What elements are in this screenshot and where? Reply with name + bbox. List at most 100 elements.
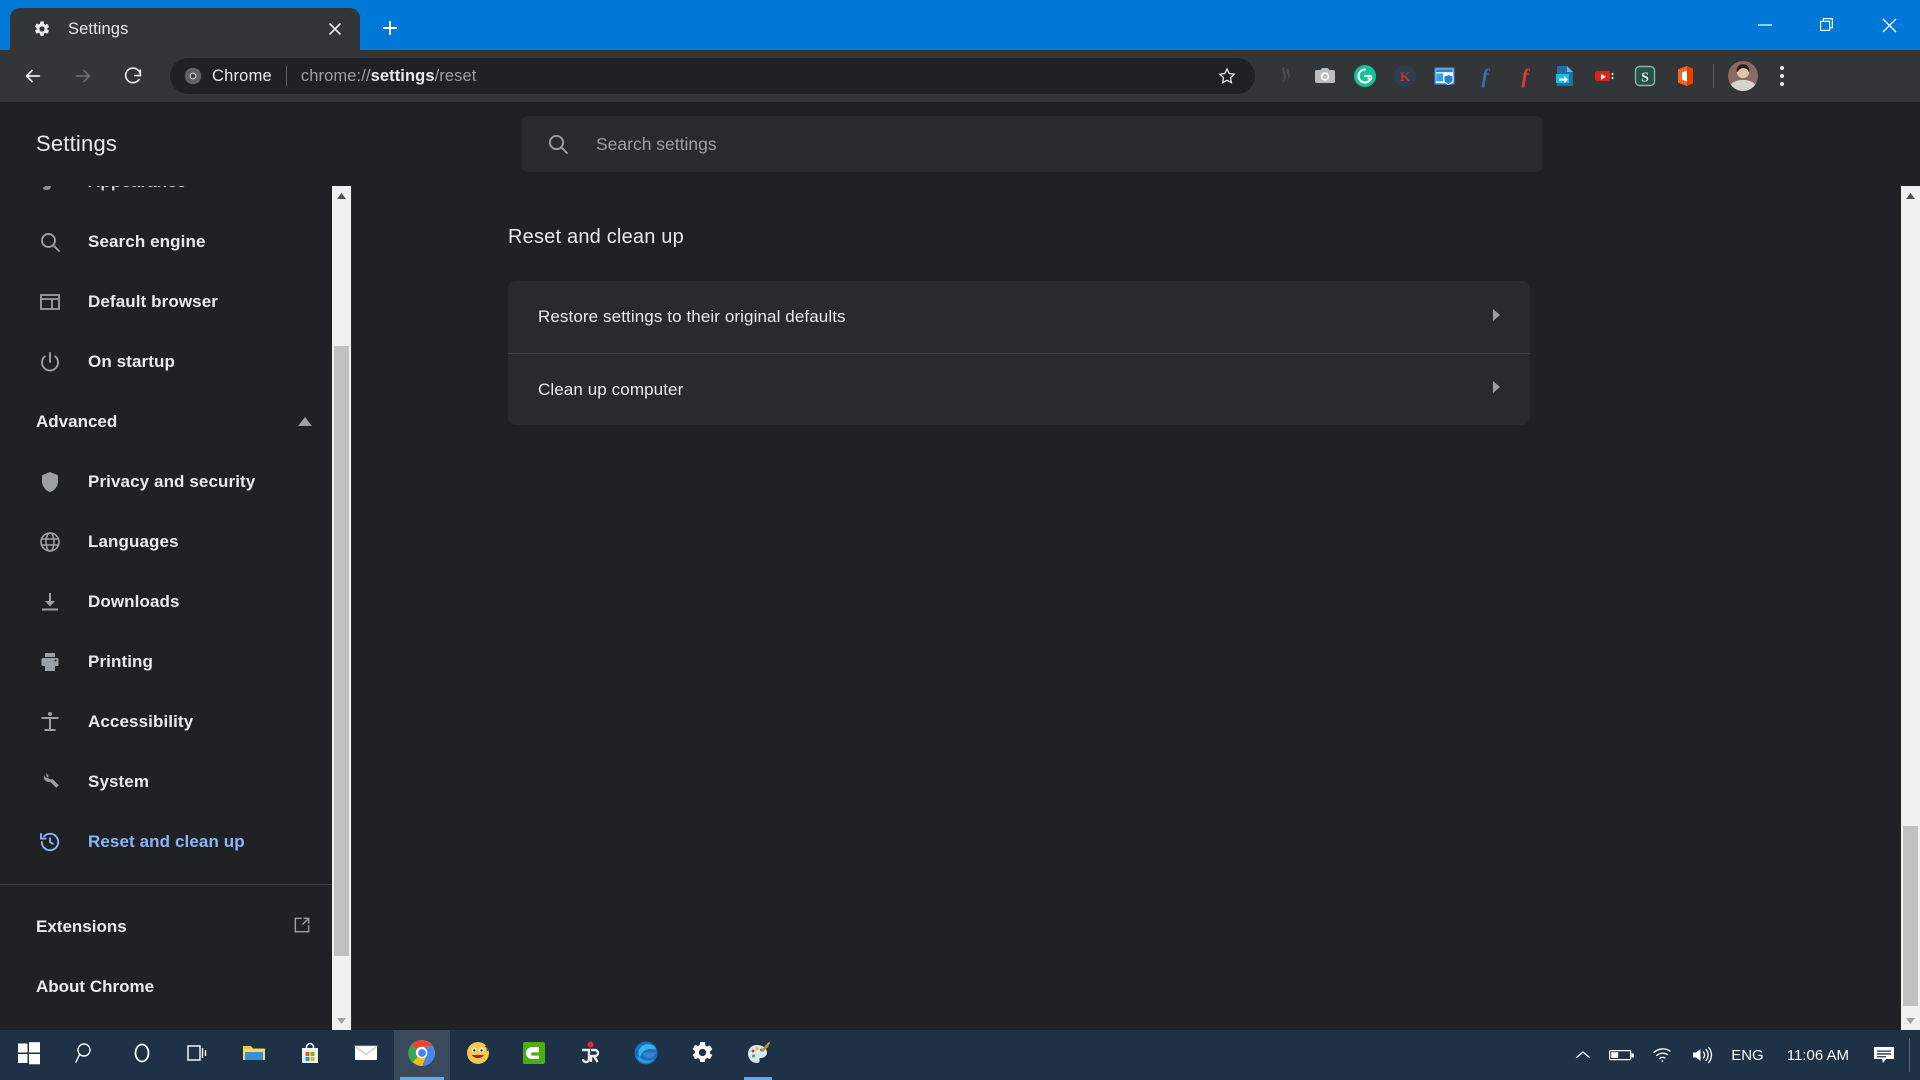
- clock[interactable]: 11:06 AM: [1773, 1047, 1863, 1064]
- sidebar-item-label: Extensions: [36, 917, 127, 936]
- search-input[interactable]: [596, 133, 1518, 155]
- search-settings-box[interactable]: [522, 116, 1542, 172]
- sidebar-item-extensions[interactable]: Extensions: [0, 897, 351, 957]
- title-bar: Settings: [0, 0, 1920, 50]
- task-view-button[interactable]: [170, 1030, 226, 1080]
- cortana-circle-icon: [130, 1041, 154, 1070]
- sidebar-item-search-engine[interactable]: Search engine: [0, 212, 351, 272]
- sidebar-item-appearance[interactable]: Appearance: [0, 186, 351, 212]
- paint-button[interactable]: [730, 1030, 786, 1080]
- emoji-app-button[interactable]: [450, 1030, 506, 1080]
- page-scrollbar[interactable]: [1901, 186, 1920, 1030]
- language-indicator[interactable]: ENG: [1722, 1030, 1773, 1080]
- sidebar-item-accessibility[interactable]: Accessibility: [0, 692, 351, 752]
- speaker-icon[interactable]: [1682, 1030, 1722, 1080]
- jetbrains-button[interactable]: [562, 1030, 618, 1080]
- search-button[interactable]: [58, 1030, 114, 1080]
- camtasia-button[interactable]: [506, 1030, 562, 1080]
- scroll-up-arrow[interactable]: [1901, 186, 1920, 205]
- sidebar-item-downloads[interactable]: Downloads: [0, 572, 351, 632]
- pen-extension-icon[interactable]: [1265, 56, 1305, 96]
- camera-extension-icon[interactable]: [1305, 56, 1345, 96]
- download-icon: [36, 588, 64, 616]
- minimize-button[interactable]: [1734, 0, 1796, 50]
- cortana-button[interactable]: [114, 1030, 170, 1080]
- accessibility-icon: [36, 708, 64, 736]
- sidebar-item-default-browser[interactable]: Default browser: [0, 272, 351, 332]
- youtube-downloader-extension-icon[interactable]: [1585, 56, 1625, 96]
- chrome-menu-icon[interactable]: [1764, 56, 1800, 96]
- browser-toolbar: Chrome chrome://settings/reset K f f S: [0, 50, 1920, 102]
- restore-clock-icon: [36, 828, 64, 856]
- edge-icon: [633, 1040, 659, 1071]
- new-tab-button[interactable]: [370, 8, 410, 48]
- bookmark-star-icon[interactable]: [1213, 62, 1241, 90]
- sidebar-item-label: Default browser: [88, 292, 218, 311]
- sidebar-scrollbar-thumb[interactable]: [334, 346, 349, 956]
- office-extension-icon[interactable]: [1665, 56, 1705, 96]
- close-button[interactable]: [1858, 0, 1920, 50]
- sidebar-item-label: Search engine: [88, 232, 206, 251]
- microsoft-edge-button[interactable]: [618, 1030, 674, 1080]
- settings-body: Appearance Search engine: [0, 186, 1920, 1030]
- browser-window: Settings Chrome chrome://settings/reset …: [0, 0, 1920, 1080]
- scroll-up-arrow[interactable]: [332, 186, 351, 205]
- grammarly-extension-icon[interactable]: [1345, 56, 1385, 96]
- sidebar-group-advanced[interactable]: Advanced: [0, 392, 351, 452]
- clean-up-computer-row[interactable]: Clean up computer: [508, 353, 1530, 425]
- tab-settings[interactable]: Settings: [10, 8, 360, 50]
- sidebar-item-label: Accessibility: [88, 712, 194, 731]
- google-chrome-button[interactable]: [394, 1030, 450, 1080]
- tray-overflow-button[interactable]: [1566, 1030, 1600, 1080]
- omnibox[interactable]: Chrome chrome://settings/reset: [170, 58, 1255, 94]
- globe-icon: [36, 528, 64, 556]
- browser-window-icon: [36, 288, 64, 316]
- sidebar-item-about-chrome[interactable]: About Chrome: [0, 957, 351, 1017]
- microsoft-store-button[interactable]: [282, 1030, 338, 1080]
- reload-icon[interactable]: [112, 55, 154, 97]
- store-bag-icon: [298, 1041, 322, 1070]
- sidebar-item-label: Appearance: [88, 186, 186, 192]
- notification-icon[interactable]: [1863, 1030, 1905, 1080]
- extension-toolbar: K f f S: [1265, 56, 1802, 96]
- settings-button[interactable]: [674, 1030, 730, 1080]
- back-icon[interactable]: [12, 55, 54, 97]
- restore-settings-row[interactable]: Restore settings to their original defau…: [508, 281, 1530, 353]
- forward-icon[interactable]: [62, 55, 104, 97]
- sidebar-group-label: Advanced: [36, 412, 118, 431]
- scroll-down-arrow[interactable]: [332, 1011, 351, 1030]
- settings-page: Settings Appearance: [0, 102, 1920, 1030]
- svg-text:S: S: [1641, 71, 1649, 86]
- show-desktop-button[interactable]: [1910, 1030, 1920, 1080]
- idm-download-extension-icon[interactable]: [1545, 56, 1585, 96]
- page-scrollbar-thumb[interactable]: [1903, 826, 1918, 1006]
- restore-button[interactable]: [1796, 0, 1858, 50]
- wrench-icon: [36, 768, 64, 796]
- sidebar-item-reset-and-clean-up[interactable]: Reset and clean up: [0, 812, 351, 872]
- page-title: Settings: [36, 131, 118, 156]
- avatar[interactable]: [1728, 61, 1758, 91]
- file-explorer-button[interactable]: [226, 1030, 282, 1080]
- sidebar-item-privacy-and-security[interactable]: Privacy and security: [0, 452, 351, 512]
- s-extension-icon[interactable]: S: [1625, 56, 1665, 96]
- sidebar-item-printing[interactable]: Printing: [0, 632, 351, 692]
- windows-defender-extension-icon[interactable]: [1425, 56, 1465, 96]
- sidebar-item-label: Reset and clean up: [88, 832, 245, 851]
- facebook-red-extension-icon[interactable]: f: [1505, 56, 1545, 96]
- sidebar-scrollbar[interactable]: [332, 186, 351, 1030]
- toolbar-divider: [1713, 64, 1714, 88]
- start-button[interactable]: [0, 1030, 58, 1080]
- facebook-blue-extension-icon[interactable]: f: [1465, 56, 1505, 96]
- jr-icon: [577, 1040, 603, 1071]
- window-controls: [1734, 0, 1920, 50]
- sidebar-item-on-startup[interactable]: On startup: [0, 332, 351, 392]
- sidebar-item-languages[interactable]: Languages: [0, 512, 351, 572]
- kaspersky-extension-icon[interactable]: K: [1385, 56, 1425, 96]
- mail-button[interactable]: [338, 1030, 394, 1080]
- sidebar-item-system[interactable]: System: [0, 752, 351, 812]
- wifi-icon[interactable]: [1644, 1030, 1682, 1080]
- chevron-right-icon: [1490, 379, 1502, 400]
- close-tab-button[interactable]: [322, 16, 348, 42]
- scroll-down-arrow[interactable]: [1901, 1011, 1920, 1030]
- battery-icon[interactable]: [1600, 1030, 1644, 1080]
